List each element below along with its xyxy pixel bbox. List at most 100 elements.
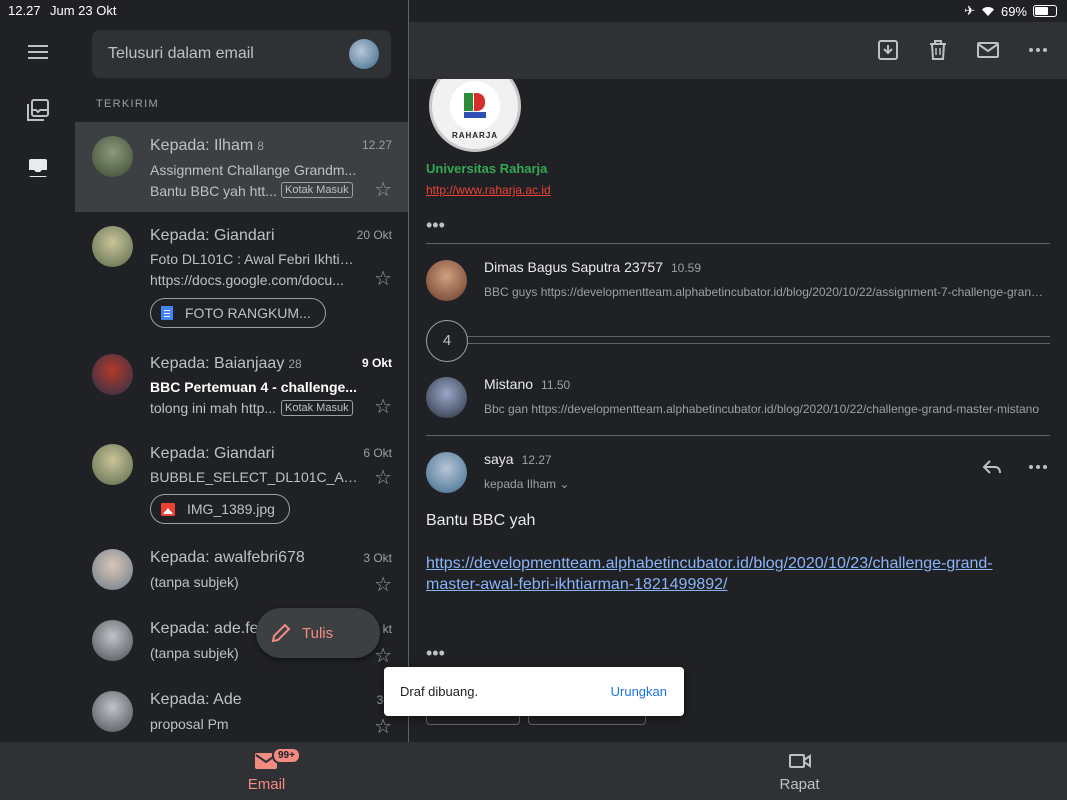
nav-rail xyxy=(0,22,75,742)
wifi-icon xyxy=(981,6,994,16)
attachment-chip[interactable]: FOTO RANGKUM... xyxy=(150,298,326,328)
compose-label: Tulis xyxy=(302,624,334,642)
show-quoted-button[interactable]: ••• xyxy=(426,216,445,234)
menu-icon[interactable] xyxy=(26,40,50,64)
unread-badge: 99+ xyxy=(272,747,301,764)
sender-name: Dimas Bagus Saputra 23757 xyxy=(484,259,663,275)
more-options-icon[interactable] xyxy=(1027,39,1049,61)
date: 20 Okt xyxy=(356,228,392,242)
chevron-down-icon: ⌄ xyxy=(559,477,570,491)
undo-button[interactable]: Urungkan xyxy=(611,684,667,699)
message-time: 10.59 xyxy=(671,261,702,275)
archive-icon[interactable] xyxy=(877,39,899,61)
mail-list-pane: Telusuri dalam email TERKIRIM Kepada: Il… xyxy=(75,22,408,742)
list-item[interactable]: Kepada: Baianjaay 28 9 Okt BBC Pertemuan … xyxy=(75,340,408,430)
sender-name: Mistano xyxy=(484,376,534,392)
tab-email[interactable]: 99+ Email xyxy=(0,742,533,800)
detail-toolbar xyxy=(409,22,1067,79)
avatar xyxy=(92,226,133,267)
message-detail-pane: RAHARJA Universitas Raharja http://www.r… xyxy=(409,22,1067,742)
collapsed-count-button[interactable]: 4 xyxy=(426,320,468,362)
tab-meet[interactable]: Rapat xyxy=(533,742,1066,800)
compose-button[interactable]: Tulis xyxy=(256,608,380,658)
date: kt xyxy=(382,622,392,636)
list-item[interactable]: Kepada: awalfebri678 3 Okt (tanpa subjek… xyxy=(75,537,408,608)
delete-icon[interactable] xyxy=(927,39,949,61)
battery-icon xyxy=(1033,5,1057,17)
list-item[interactable]: Kepada: Giandari 20 Okt Foto DL101C : Aw… xyxy=(75,212,408,340)
snackbar: Draf dibuang. Urungkan xyxy=(384,667,684,716)
avatar xyxy=(426,377,467,418)
recipient: Kepada: Ade xyxy=(150,691,242,708)
avatar xyxy=(426,452,467,493)
show-trimmed-button[interactable]: ••• xyxy=(426,644,445,662)
recipient: Kepada: Ilham xyxy=(150,137,254,154)
divider xyxy=(467,343,1050,344)
mark-unread-icon[interactable] xyxy=(976,39,1000,61)
avatar xyxy=(426,260,467,301)
recipient: Kepada: awalfebri678 xyxy=(150,549,305,566)
status-bar: 12.27 Jum 23 Okt ✈ 69% xyxy=(0,0,1067,22)
subject: Assignment Challange Grandm... xyxy=(150,162,357,178)
divider xyxy=(426,435,1050,436)
all-inboxes-icon[interactable] xyxy=(26,98,50,122)
star-icon[interactable]: ☆ xyxy=(374,575,392,595)
date: 3 Okt xyxy=(363,551,392,565)
recipient-details[interactable]: kepada Ilham ⌄ xyxy=(484,477,569,491)
inbox-icon[interactable] xyxy=(26,156,50,180)
search-bar[interactable]: Telusuri dalam email xyxy=(92,30,391,78)
bottom-nav: 99+ Email Rapat xyxy=(0,742,1067,800)
divider xyxy=(467,336,1050,337)
avatar xyxy=(92,136,133,177)
message-body: Bantu BBC yah xyxy=(426,512,536,529)
message-time: 11.50 xyxy=(541,378,571,392)
account-avatar[interactable] xyxy=(349,39,379,69)
divider xyxy=(426,243,1050,244)
document-icon xyxy=(161,306,173,320)
avatar xyxy=(92,620,133,661)
recipient-line: kepada Ilham xyxy=(484,477,557,491)
search-input[interactable]: Telusuri dalam email xyxy=(108,45,254,63)
reply-icon[interactable] xyxy=(981,456,1003,478)
list-item[interactable]: Kepada: Giandari 6 Okt BUBBLE_SELECT_DL1… xyxy=(75,430,408,537)
subject: proposal Pm xyxy=(150,716,229,732)
status-date: Jum 23 Okt xyxy=(50,3,117,18)
star-icon[interactable]: ☆ xyxy=(374,646,392,666)
snippet: https://docs.google.com/docu... xyxy=(150,272,344,288)
subject: BUBBLE_SELECT_DL101C_Awal... xyxy=(150,469,360,485)
airplane-icon: ✈ xyxy=(964,3,975,18)
attachment-name: IMG_1389.jpg xyxy=(187,501,275,517)
snackbar-message: Draf dibuang. xyxy=(400,684,479,699)
date: 9 Okt xyxy=(361,356,392,370)
signature-link[interactable]: http://www.raharja.ac.id xyxy=(426,183,551,197)
list-item[interactable]: Kepada: Ilham 8 12.27 Assignment Challang… xyxy=(75,122,408,212)
pencil-icon xyxy=(271,623,291,643)
star-icon[interactable]: ☆ xyxy=(374,717,392,737)
snippet: Bantu BBC yah htt... xyxy=(150,183,277,199)
subject: (tanpa subjek) xyxy=(150,574,239,590)
signature-name: Universitas Raharja xyxy=(426,161,548,176)
recipient: Kepada: Baianjaay xyxy=(150,355,285,372)
message-link[interactable]: https://developmentteam.alphabetincubato… xyxy=(426,553,1026,595)
date: 12.27 xyxy=(361,138,392,152)
attachment-name: FOTO RANGKUM... xyxy=(185,305,311,321)
star-icon[interactable]: ☆ xyxy=(374,397,392,417)
image-icon xyxy=(161,502,175,516)
video-icon xyxy=(788,754,811,768)
tab-meet-label: Rapat xyxy=(779,776,820,793)
message-more-icon[interactable] xyxy=(1027,456,1049,478)
label-badge: Kotak Masuk xyxy=(281,400,353,416)
avatar xyxy=(92,691,133,732)
recipient: Kepada: Giandari xyxy=(150,445,275,462)
sender-name: saya xyxy=(484,451,514,467)
tab-email-label: Email xyxy=(247,776,286,793)
list-item[interactable]: Kepada: Ade 30 Se proposal Pm ☆ xyxy=(75,679,408,742)
star-icon[interactable]: ☆ xyxy=(374,468,392,488)
star-icon[interactable]: ☆ xyxy=(374,269,392,289)
avatar xyxy=(92,549,133,590)
status-time: 12.27 xyxy=(8,3,41,18)
attachment-chip[interactable]: IMG_1389.jpg xyxy=(150,494,290,524)
date: 6 Okt xyxy=(363,446,392,460)
subject: BBC Pertemuan 4 - challenge... xyxy=(150,379,357,395)
star-icon[interactable]: ☆ xyxy=(374,180,392,200)
